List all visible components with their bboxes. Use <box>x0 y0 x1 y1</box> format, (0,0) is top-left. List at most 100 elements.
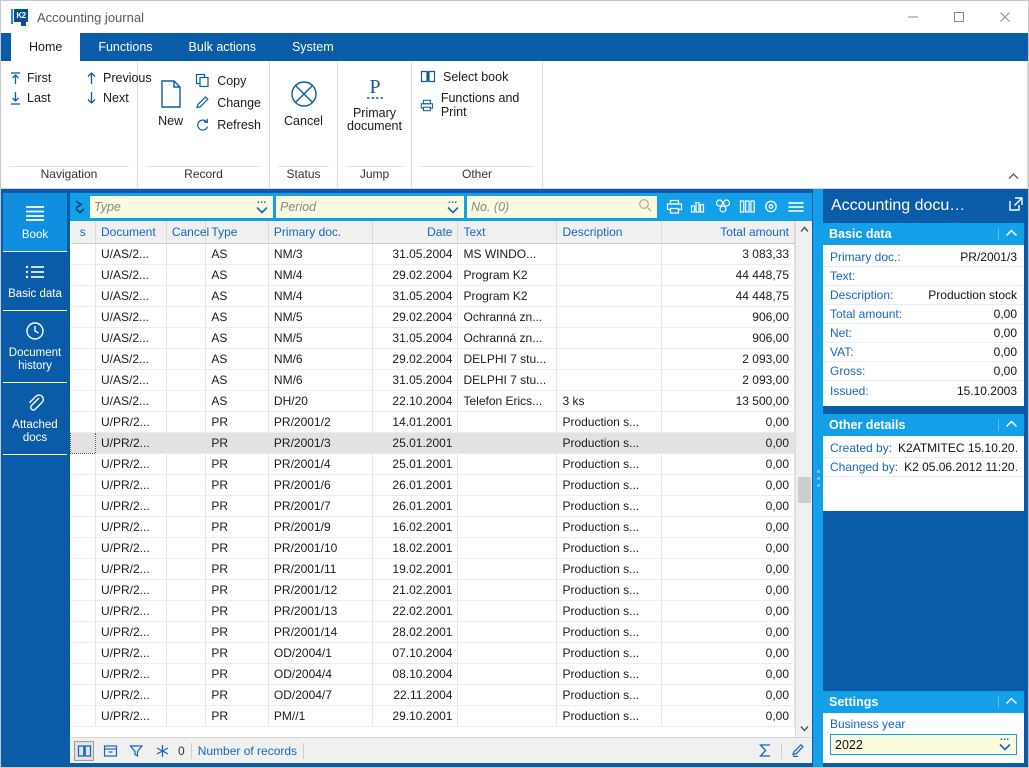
table-row[interactable]: U/PR/2...PRPR/2001/1018.02.2001Productio… <box>71 538 795 559</box>
panel-splitter[interactable] <box>813 189 823 767</box>
filter-type-field[interactable]: Type ▪▪▪ <box>90 196 273 218</box>
col-header-s[interactable]: s <box>71 221 96 244</box>
archive-box-icon[interactable] <box>100 741 120 761</box>
menu-icon[interactable] <box>787 199 805 215</box>
settings-header[interactable]: Settings <box>823 691 1024 713</box>
cell-primary_doc: OD/2004/4 <box>268 664 372 685</box>
sidebar-item-document-history[interactable]: Document history <box>3 311 67 383</box>
scroll-down-button[interactable] <box>796 720 813 737</box>
table-row[interactable]: U/AS/2...ASNM/331.05.2004MS WINDO...3 08… <box>71 244 795 265</box>
snowflake-icon[interactable] <box>152 741 172 761</box>
table-row[interactable]: U/AS/2...ASNM/631.05.2004DELPHI 7 stu...… <box>71 370 795 391</box>
basic-data-header[interactable]: Basic data <box>823 223 1024 245</box>
table-row[interactable]: U/PR/2...PRPR/2001/626.01.2001Production… <box>71 475 795 496</box>
field-issued-value[interactable]: 15.10.2003 <box>875 384 1017 398</box>
sigma-icon[interactable] <box>755 741 775 761</box>
chevron-up-icon[interactable] <box>998 228 1018 240</box>
first-button[interactable]: First <box>9 71 71 85</box>
table-row[interactable]: U/PR/2...PRPR/2001/214.01.2001Production… <box>71 412 795 433</box>
settings-gear-icon[interactable] <box>763 199 780 215</box>
table-row[interactable]: U/PR/2...PROD/2004/408.10.2004Production… <box>71 664 795 685</box>
close-button[interactable] <box>982 1 1028 33</box>
col-header-primary-doc[interactable]: Primary doc. <box>268 221 372 244</box>
book-icon[interactable] <box>74 741 94 761</box>
scroll-thumb[interactable] <box>798 477 811 503</box>
field-vat-value[interactable]: 0,00 <box>860 345 1017 359</box>
number-of-records-label[interactable]: Number of records <box>198 744 297 758</box>
primary-document-icon: P <box>360 73 390 107</box>
other-details-header[interactable]: Other details <box>823 414 1024 436</box>
table-row[interactable]: U/PR/2...PRPR/2001/425.01.2001Production… <box>71 454 795 475</box>
print-icon[interactable] <box>666 199 683 215</box>
table-row[interactable]: U/PR/2...PRPR/2001/1221.02.2001Productio… <box>71 580 795 601</box>
chevron-down-icon[interactable]: ▪▪▪ <box>255 201 269 214</box>
field-gross-value[interactable]: 0,00 <box>871 364 1017 378</box>
col-header-text[interactable]: Text <box>458 221 557 244</box>
vertical-scrollbar[interactable] <box>795 221 812 737</box>
minimize-button[interactable] <box>890 1 936 33</box>
chevron-down-icon[interactable]: ▪▪▪ <box>446 201 460 214</box>
filter-number-field[interactable]: No. (0) <box>467 196 657 218</box>
chevron-down-icon[interactable]: ▪▪▪ <box>998 738 1012 751</box>
sidebar-item-book[interactable]: Book <box>3 193 67 252</box>
table-row[interactable]: U/AS/2...ASNM/629.02.2004DELPHI 7 stu...… <box>71 349 795 370</box>
search-icon[interactable] <box>638 198 653 216</box>
field-total-amount-value[interactable]: 0,00 <box>908 307 1017 321</box>
tab-functions[interactable]: Functions <box>80 33 170 61</box>
field-description-value[interactable]: Production stock <box>899 288 1017 302</box>
group-label-status: Status <box>270 166 337 188</box>
filter-period-field[interactable]: Period ▪▪▪ <box>276 196 464 218</box>
table-row[interactable]: U/PR/2...PROD/2004/107.10.2004Production… <box>71 643 795 664</box>
col-header-description[interactable]: Description <box>557 221 661 244</box>
table-row[interactable]: U/PR/2...PRPR/2001/1322.02.2001Productio… <box>71 601 795 622</box>
tab-system[interactable]: System <box>274 33 352 61</box>
table-row[interactable]: U/PR/2...PROD/2004/722.11.2004Production… <box>71 685 795 706</box>
primary-document-button[interactable]: P Primary document <box>346 67 403 133</box>
scroll-up-button[interactable] <box>796 221 813 238</box>
last-label: Last <box>27 91 51 105</box>
chevron-up-icon[interactable] <box>998 419 1018 431</box>
field-primary-doc-value[interactable]: PR/2001/3 <box>907 250 1017 264</box>
table-row[interactable]: U/PR/2...PRPM//129.10.2001Production s..… <box>71 706 795 727</box>
table-row[interactable]: U/AS/2...ASNM/429.02.2004Program K244 44… <box>71 265 795 286</box>
tab-bulk-actions[interactable]: Bulk actions <box>171 33 274 61</box>
ribbon-collapse-button[interactable] <box>1007 172 1020 184</box>
new-button[interactable]: New <box>146 67 195 128</box>
cell-date: 31.05.2004 <box>373 286 458 307</box>
tab-home[interactable]: Home <box>11 33 80 61</box>
group-tree-icon[interactable] <box>714 199 732 215</box>
bar-chart-icon[interactable] <box>690 199 707 215</box>
columns-icon[interactable] <box>739 199 756 215</box>
table-row[interactable]: U/PR/2...PRPR/2001/726.01.2001Production… <box>71 496 795 517</box>
table-row[interactable]: U/AS/2...ASNM/531.05.2004Ochranná zn...9… <box>71 328 795 349</box>
business-year-field[interactable]: 2022 ▪▪▪ <box>830 734 1017 755</box>
last-button[interactable]: Last <box>9 91 71 105</box>
field-net-value[interactable]: 0,00 <box>858 326 1017 340</box>
table-row[interactable]: U/AS/2...ASNM/431.05.2004Program K244 44… <box>71 286 795 307</box>
cancel-button[interactable]: Cancel <box>278 67 329 128</box>
table-row[interactable]: U/AS/2...ASDH/2022.10.2004Telefon Erics.… <box>71 391 795 412</box>
table-row[interactable]: U/PR/2...PRPR/2001/916.02.2001Production… <box>71 517 795 538</box>
col-header-date[interactable]: Date <box>373 221 458 244</box>
maximize-button[interactable] <box>936 1 982 33</box>
table-row[interactable]: U/PR/2...PRPR/2001/325.01.2001Production… <box>71 433 795 454</box>
col-header-cancel[interactable]: Cancel <box>166 221 206 244</box>
col-header-document[interactable]: Document <box>96 221 167 244</box>
filter-funnel-icon[interactable] <box>126 741 146 761</box>
functions-and-print-button[interactable]: Functions and Print <box>420 91 534 119</box>
col-header-total-amount[interactable]: Total amount <box>661 221 794 244</box>
table-row[interactable]: U/PR/2...PRPR/2001/1119.02.2001Productio… <box>71 559 795 580</box>
pencil-icon[interactable] <box>788 741 808 761</box>
select-book-button[interactable]: Select book <box>420 69 534 84</box>
table-row[interactable]: U/AS/2...ASNM/529.02.2004Ochranná zn...9… <box>71 307 795 328</box>
chevron-up-icon[interactable] <box>998 696 1018 708</box>
copy-button[interactable]: Copy <box>195 73 261 88</box>
col-header-type[interactable]: Type <box>206 221 269 244</box>
filter-expand-icon[interactable] <box>73 198 87 216</box>
open-external-icon[interactable] <box>1008 196 1024 217</box>
sidebar-item-attached-docs[interactable]: Attached docs <box>3 383 67 455</box>
refresh-button[interactable]: Refresh <box>195 117 261 132</box>
table-row[interactable]: U/PR/2...PRPR/2001/1428.02.2001Productio… <box>71 622 795 643</box>
sidebar-item-basic-data[interactable]: Basic data <box>3 252 67 311</box>
change-button[interactable]: Change <box>195 95 261 110</box>
